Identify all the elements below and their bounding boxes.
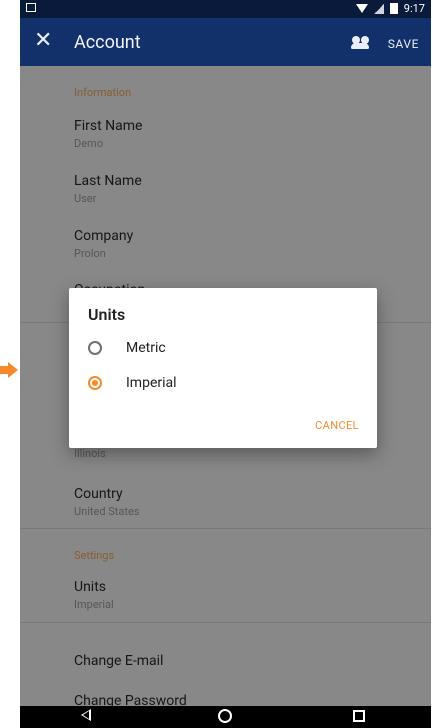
battery-icon (389, 3, 398, 14)
page-title: Account (74, 32, 141, 53)
save-button[interactable]: SAVE (388, 37, 419, 51)
home-icon[interactable] (218, 709, 232, 723)
pointer-arrow-icon (0, 362, 18, 378)
units-dialog: Units Metric Imperial CANCEL (69, 288, 377, 448)
signal-icon (373, 3, 384, 14)
system-navigation-bar (20, 706, 431, 728)
radio-checked-icon[interactable] (88, 376, 102, 390)
units-option-metric[interactable]: Metric (88, 334, 166, 362)
notification-image-icon (26, 3, 36, 12)
status-time: 9:17 (403, 2, 425, 15)
close-icon[interactable]: ✕ (34, 30, 52, 52)
users-icon[interactable] (351, 36, 369, 49)
radio-unchecked-icon[interactable] (88, 341, 102, 355)
app-bar: ✕ Account SAVE (20, 18, 431, 66)
wifi-icon (355, 4, 368, 13)
back-icon[interactable] (81, 709, 91, 721)
dialog-title: Units (88, 305, 126, 324)
units-option-imperial[interactable]: Imperial (88, 369, 177, 397)
radio-label-imperial[interactable]: Imperial (126, 375, 177, 391)
status-icons: 9:17 (355, 2, 425, 15)
recents-icon[interactable] (353, 710, 365, 722)
status-bar: 9:17 (20, 0, 431, 18)
device-screen: 9:17 ✕ Account SAVE Information First Na… (20, 0, 431, 728)
cancel-button[interactable]: CANCEL (315, 419, 359, 432)
radio-label-metric[interactable]: Metric (126, 340, 166, 356)
